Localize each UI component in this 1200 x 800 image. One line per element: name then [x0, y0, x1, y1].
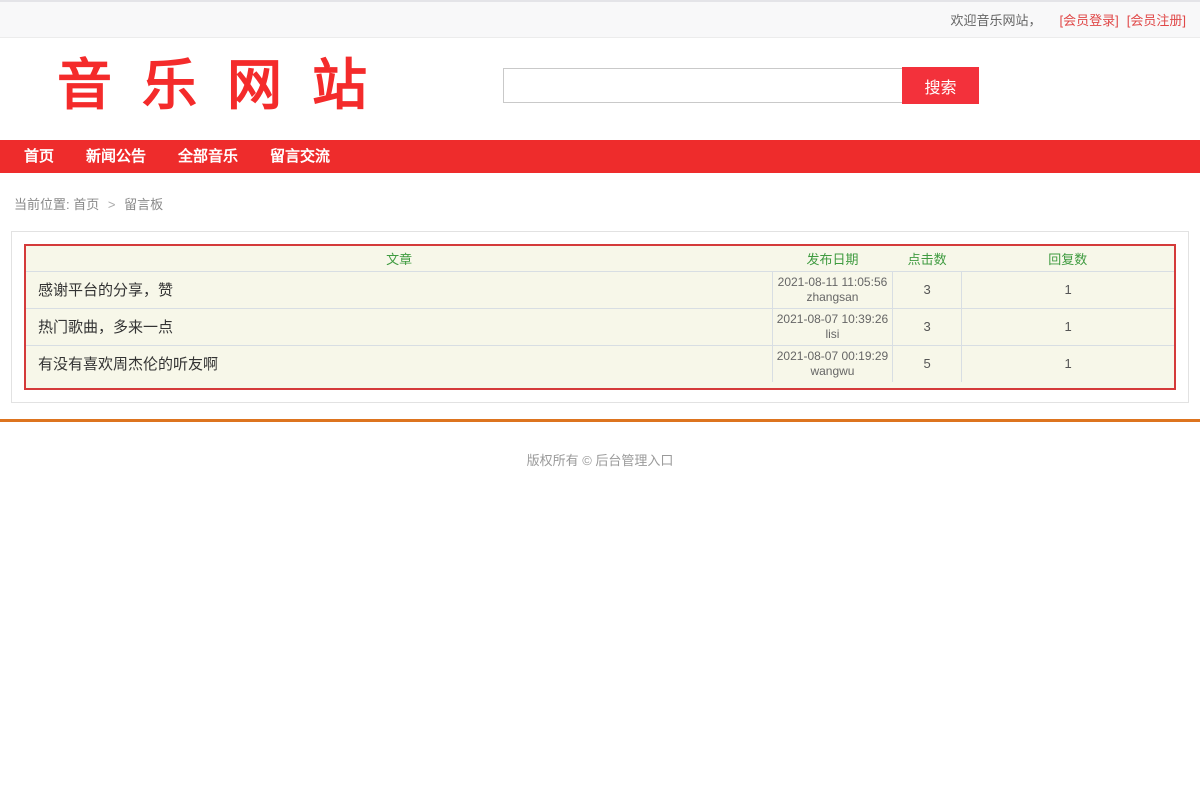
site-logo: 音乐网站 — [57, 58, 397, 113]
breadcrumb-current: 留言板 — [124, 197, 163, 212]
message-date-author: 2021-08-07 00:19:29 wangwu — [772, 345, 893, 382]
table-header-row: 文章 发布日期 点击数 回复数 — [26, 246, 1174, 271]
breadcrumb: 当前位置: 首页 > 留言板 — [0, 173, 1200, 213]
breadcrumb-home-link[interactable]: 首页 — [73, 197, 99, 212]
column-header-article: 文章 — [26, 246, 772, 271]
message-date: 2021-08-07 00:19:29 — [773, 349, 893, 364]
table-row: 热门歌曲，多来一点 2021-08-07 10:39:26 lisi 3 1 — [26, 308, 1174, 345]
nav-item-home[interactable]: 首页 — [8, 140, 70, 173]
content-panel: 文章 发布日期 点击数 回复数 感谢平台的分享，赞 2021-08-11 11:… — [11, 231, 1189, 403]
nav-item-all-music[interactable]: 全部音乐 — [162, 140, 254, 173]
breadcrumb-separator: > — [108, 197, 116, 212]
message-title-link[interactable]: 热门歌曲，多来一点 — [26, 308, 772, 345]
table-row: 有没有喜欢周杰伦的听友啊 2021-08-07 00:19:29 wangwu … — [26, 345, 1174, 382]
copyright-text: 版权所有 © — [527, 453, 592, 468]
message-author: wangwu — [773, 364, 893, 379]
welcome-text: 欢迎音乐网站， — [951, 10, 1042, 29]
column-header-replies: 回复数 — [962, 246, 1174, 271]
message-clicks: 3 — [893, 308, 962, 345]
message-replies: 1 — [962, 308, 1174, 345]
breadcrumb-prefix: 当前位置: — [14, 197, 70, 212]
message-table-box: 文章 发布日期 点击数 回复数 感谢平台的分享，赞 2021-08-11 11:… — [24, 244, 1176, 390]
message-replies: 1 — [962, 271, 1174, 308]
column-header-clicks: 点击数 — [893, 246, 962, 271]
search-input[interactable] — [503, 68, 903, 103]
message-title-link[interactable]: 感谢平台的分享，赞 — [26, 271, 772, 308]
site-header: 音乐网站 搜索 — [0, 38, 1200, 140]
search-button[interactable]: 搜索 — [902, 67, 979, 104]
table-row: 感谢平台的分享，赞 2021-08-11 11:05:56 zhangsan 3… — [26, 271, 1174, 308]
admin-entry-link[interactable]: 后台管理入口 — [595, 453, 673, 468]
site-footer: 版权所有 © 后台管理入口 — [0, 419, 1200, 489]
nav-item-news[interactable]: 新闻公告 — [70, 140, 162, 173]
member-login-link[interactable]: [会员登录] — [1060, 10, 1119, 29]
message-date: 2021-08-11 11:05:56 — [773, 275, 893, 290]
message-date: 2021-08-07 10:39:26 — [773, 312, 893, 327]
message-date-author: 2021-08-11 11:05:56 zhangsan — [772, 271, 893, 308]
message-clicks: 3 — [893, 271, 962, 308]
main-nav: 首页 新闻公告 全部音乐 留言交流 — [0, 140, 1200, 173]
nav-item-message-board[interactable]: 留言交流 — [254, 140, 346, 173]
column-header-date: 发布日期 — [772, 246, 893, 271]
message-clicks: 5 — [893, 345, 962, 382]
message-author: zhangsan — [773, 290, 893, 305]
top-bar: 欢迎音乐网站， [会员登录] [会员注册] — [0, 0, 1200, 38]
message-table: 文章 发布日期 点击数 回复数 感谢平台的分享，赞 2021-08-11 11:… — [26, 246, 1174, 382]
message-author: lisi — [773, 327, 893, 342]
search-bar: 搜索 — [503, 67, 979, 104]
message-title-link[interactable]: 有没有喜欢周杰伦的听友啊 — [26, 345, 772, 382]
message-date-author: 2021-08-07 10:39:26 lisi — [772, 308, 893, 345]
member-register-link[interactable]: [会员注册] — [1127, 10, 1186, 29]
message-replies: 1 — [962, 345, 1174, 382]
